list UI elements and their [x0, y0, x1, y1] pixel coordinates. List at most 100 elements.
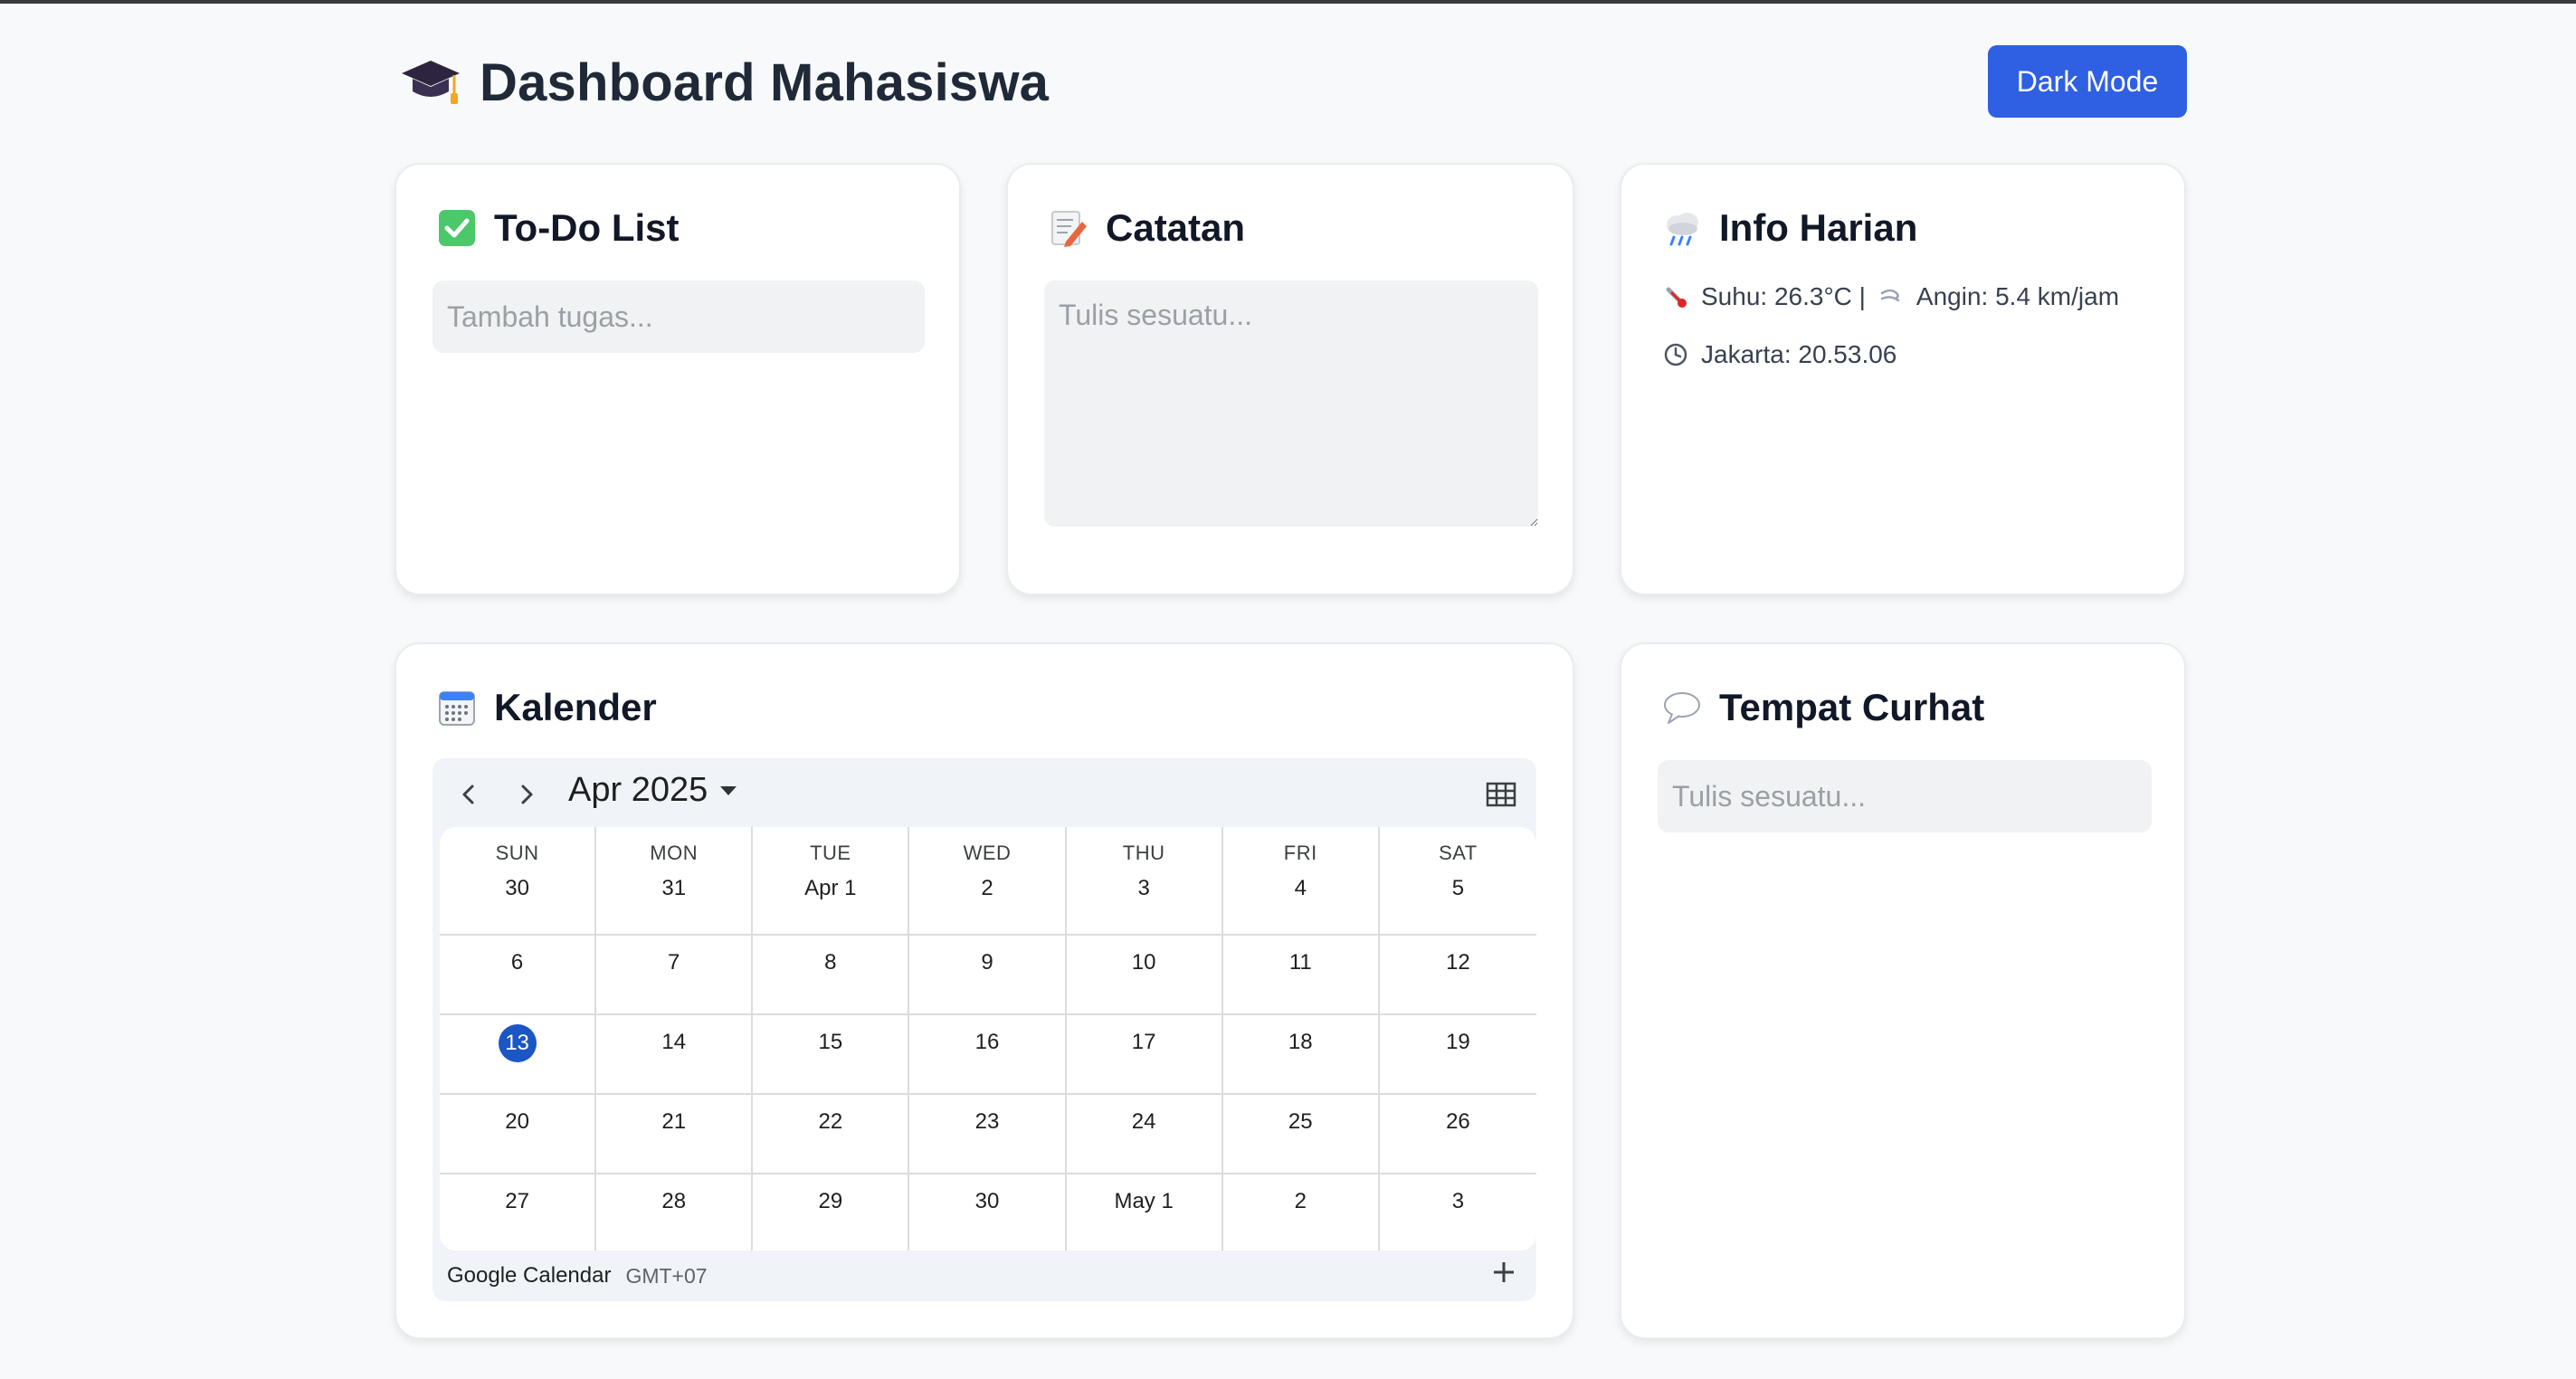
calendar-day-cell[interactable]: 25 — [1222, 1095, 1380, 1175]
month-label: Apr 2025 — [568, 771, 708, 809]
calendar-day-cell[interactable]: 12 — [1379, 936, 1536, 1015]
todo-card: To-Do List — [394, 163, 961, 595]
month-dropdown[interactable]: Apr 2025 — [568, 771, 737, 810]
day-number: 30 — [974, 1189, 1000, 1213]
calendar-day-cell[interactable]: FRI 4 — [1222, 827, 1380, 936]
day-number: 12 — [1446, 950, 1470, 975]
google-calendar-embed: Apr 2025 SUN 30 MON 31 TUE Apr 1 WED 2 THU 3 FRI 4 S… — [433, 758, 1536, 1301]
todo-input[interactable] — [433, 281, 925, 353]
calendar-day-cell[interactable]: 20 — [440, 1095, 597, 1175]
calendar-day-cell[interactable]: WED 2 — [909, 827, 1067, 936]
calendar-day-cell[interactable]: 26 — [1379, 1095, 1536, 1175]
notes-card: Catatan — [1006, 163, 1574, 595]
day-number: 22 — [818, 1109, 843, 1134]
calendar-day-cell[interactable]: 8 — [753, 936, 910, 1015]
day-number: 25 — [1288, 1109, 1313, 1134]
calendar-day-cell[interactable]: SUN 30 — [440, 827, 597, 936]
calendar-day-cell[interactable]: 19 — [1379, 1015, 1536, 1095]
page-header: Dashboard Mahasiswa Dark Mode — [394, 45, 2187, 119]
calendar-title: Kalender — [438, 686, 657, 729]
calendar-day-cell[interactable]: 9 — [909, 936, 1067, 1015]
calendar-day-cell[interactable]: 17 — [1066, 1015, 1223, 1095]
day-number: 23 — [974, 1109, 1000, 1134]
title-group: Dashboard Mahasiswa — [400, 45, 1049, 119]
day-number: 6 — [510, 950, 524, 975]
clock-line: Jakarta: 20.53.06 — [1663, 340, 1896, 369]
day-number: 14 — [661, 1030, 687, 1054]
day-number: 20 — [505, 1109, 529, 1134]
dark-mode-button[interactable]: Dark Mode — [1988, 45, 2187, 118]
day-number: 11 — [1288, 950, 1312, 975]
info-card: Info Harian Suhu: 26.3°C | Angin: 5.4 km… — [1620, 163, 2186, 595]
notes-title: Catatan — [1050, 206, 1245, 250]
timezone-label: GMT+07 — [625, 1263, 708, 1288]
calendar-icon — [438, 689, 476, 727]
calendar-day-cell[interactable]: 2 — [1223, 1175, 1380, 1251]
calendar-day-cell[interactable]: 21 — [596, 1095, 754, 1175]
calendar-day-cell[interactable]: 24 — [1066, 1095, 1223, 1175]
calendar-day-cell[interactable]: 10 — [1066, 936, 1223, 1015]
day-number: 5 — [1451, 876, 1465, 900]
calendar-day-cell[interactable]: SAT 5 — [1379, 827, 1536, 936]
day-number: 15 — [818, 1030, 843, 1054]
todo-title: To-Do List — [438, 206, 680, 250]
weekday-label: FRI — [1283, 842, 1317, 864]
day-number: 3 — [1137, 876, 1150, 900]
calendar-day-cell[interactable]: 28 — [596, 1175, 754, 1251]
calendar-day-cell[interactable]: 16 — [909, 1015, 1067, 1095]
calendar-day-cell[interactable]: TUE Apr 1 — [753, 827, 910, 936]
calendar-day-cell[interactable]: 3 — [1380, 1175, 1536, 1251]
calendar-day-cell[interactable]: 22 — [753, 1095, 910, 1175]
calendar-day-cell[interactable]: 14 — [596, 1015, 754, 1095]
add-to-calendar-icon[interactable] — [1491, 1260, 1516, 1285]
todo-title-text: To-Do List — [494, 206, 680, 249]
calendar-day-cell[interactable]: 15 — [753, 1015, 910, 1095]
day-number: 24 — [1131, 1109, 1156, 1134]
weekday-label: TUE — [810, 842, 851, 864]
calendar-day-cell[interactable]: 13 — [440, 1015, 597, 1095]
calendar-brand[interactable]: Google Calendar — [447, 1263, 611, 1289]
day-number: 8 — [824, 950, 837, 975]
calendar-month-grid: SUN 30 MON 31 TUE Apr 1 WED 2 THU 3 FRI 4 SAT 5 6 7 8 9 10… — [440, 827, 1536, 1251]
wind-icon — [1878, 284, 1904, 309]
calendar-day-cell[interactable]: 27 — [440, 1175, 597, 1251]
calendar-card: Kalender Apr 2025 SUN 30 MON 31 TUE Apr 1 WED 2… — [394, 642, 1574, 1339]
calendar-day-cell[interactable]: 23 — [909, 1095, 1067, 1175]
calendar-day-cell[interactable]: 30 — [909, 1175, 1067, 1251]
day-number: 17 — [1131, 1030, 1156, 1054]
temperature-text: Suhu: 26.3°C | — [1701, 282, 1866, 310]
calendar-day-cell[interactable]: 6 — [440, 936, 597, 1015]
day-number: 28 — [661, 1189, 687, 1213]
calendar-day-cell[interactable]: 29 — [753, 1175, 910, 1251]
chevron-left-icon[interactable] — [454, 780, 483, 809]
caret-down-icon — [720, 785, 737, 795]
calendar-footer: Google Calendar GMT+07 — [447, 1263, 708, 1289]
day-number: 2 — [981, 876, 993, 900]
calendar-day-cell[interactable]: 7 — [596, 936, 754, 1015]
notes-textarea[interactable] — [1044, 281, 1538, 527]
day-number: 29 — [818, 1189, 843, 1213]
day-number: 10 — [1131, 950, 1156, 975]
curhat-input[interactable] — [1658, 760, 2152, 832]
weekday-label: SUN — [495, 842, 539, 864]
chevron-right-icon[interactable] — [512, 780, 541, 809]
day-number: 7 — [668, 950, 680, 975]
calendar-day-cell[interactable]: May 1 — [1067, 1175, 1223, 1251]
day-number: 16 — [974, 1030, 1000, 1054]
checkmark-icon — [438, 209, 476, 247]
grid-view-icon[interactable] — [1486, 782, 1516, 807]
calendar-day-cell[interactable]: THU 3 — [1066, 827, 1223, 936]
weekday-label: SAT — [1439, 842, 1478, 864]
calendar-day-cell[interactable]: 11 — [1222, 936, 1380, 1015]
day-number: 2 — [1294, 1189, 1307, 1213]
graduation-cap-icon — [400, 55, 461, 109]
day-number: 3 — [1451, 1189, 1465, 1213]
today-date-badge: 13 — [498, 1024, 537, 1062]
weekday-label: WED — [963, 842, 1012, 864]
notes-title-text: Catatan — [1106, 206, 1246, 249]
day-number: 19 — [1446, 1030, 1470, 1054]
wind-text: Angin: 5.4 km/jam — [1915, 282, 2120, 310]
calendar-day-cell[interactable]: MON 31 — [596, 827, 754, 936]
day-number: 30 — [505, 876, 529, 900]
calendar-day-cell[interactable]: 18 — [1222, 1015, 1380, 1095]
